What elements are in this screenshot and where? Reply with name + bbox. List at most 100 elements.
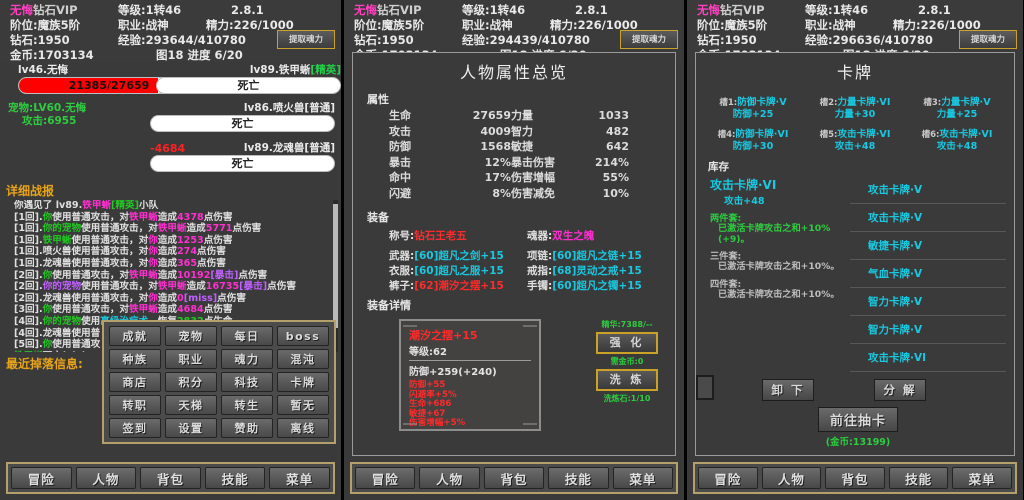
attribute-value: 8% xyxy=(451,187,511,202)
slot-index: 槽2: xyxy=(820,98,838,108)
nav-button-菜单[interactable]: 菜单 xyxy=(952,467,1012,489)
enemy3-status: 死亡 xyxy=(151,156,334,171)
decompose-button[interactable]: 分 解 xyxy=(874,379,926,401)
inventory-card-item[interactable]: 智力卡牌·V xyxy=(850,288,1006,316)
log-segment: 点伤害 xyxy=(197,246,226,257)
player-name: 无悔 xyxy=(354,3,377,17)
necklace-row: 项链:[60]超凡之链+15 xyxy=(527,249,665,263)
attribute-value: 214% xyxy=(569,156,629,171)
menu-button-2[interactable]: 每日 xyxy=(221,326,273,346)
item-main-stat: 防御+259(+240) xyxy=(409,363,531,378)
menu-button-19[interactable]: 离线 xyxy=(277,418,329,438)
battle-log-line: [1回].喷火兽使用普通攻击，对你造成274点伤害 xyxy=(6,246,335,258)
menu-button-0[interactable]: 成就 xyxy=(109,326,161,346)
set2-body: 已激活卡牌攻击之和+10%(+9)。 xyxy=(710,224,844,245)
soul-row: 魂器:双生之魄 xyxy=(527,229,665,243)
status-header-1: 无悔钻石VIP 等级:1转46 2.8.1 阶位:魔族5阶 职业:战神 精力:2… xyxy=(0,0,341,62)
menu-button-9[interactable]: 积分 xyxy=(165,372,217,392)
nav-button-技能[interactable]: 技能 xyxy=(205,467,266,489)
forge-panel: 精华:7388/-- 强 化 需金币:0 洗 炼 洗炼石:1/10 xyxy=(591,319,663,404)
card-slot-3[interactable]: 槽3:力量卡牌·V力量+25 xyxy=(906,97,1008,121)
section-equip-detail: 装备详情 xyxy=(353,297,675,315)
nav-button-冒险[interactable]: 冒险 xyxy=(698,467,758,489)
attribute-value: 1568 xyxy=(451,140,511,155)
card-slot-2[interactable]: 槽2:力量卡牌·VI力量+30 xyxy=(804,97,906,121)
card-slot-1[interactable]: 槽1:防御卡牌·V防御+25 xyxy=(702,97,804,121)
menu-button-12[interactable]: 转职 xyxy=(109,395,161,415)
diamond-text: 钻石:1950 xyxy=(10,33,70,48)
rank-text: 阶位:魔族5阶 xyxy=(354,18,424,33)
menu-button-4[interactable]: 种族 xyxy=(109,349,161,369)
menu-button-7[interactable]: 混沌 xyxy=(277,349,329,369)
nav-button-冒险[interactable]: 冒险 xyxy=(355,467,415,489)
enhance-button[interactable]: 强 化 xyxy=(596,332,658,354)
slot-card-value: 防御+30 xyxy=(733,141,774,152)
selected-card-value: 攻击+48 xyxy=(710,193,844,207)
inventory-card-item[interactable]: 攻击卡牌·V xyxy=(850,204,1006,232)
menu-button-14[interactable]: 转生 xyxy=(221,395,273,415)
menu-button-18[interactable]: 赞助 xyxy=(221,418,273,438)
attribute-value: 10% xyxy=(569,187,629,202)
nav-button-背包[interactable]: 背包 xyxy=(140,467,201,489)
extract-soul-button[interactable]: 提取魂力 xyxy=(959,30,1017,49)
attributes-modal: 人物属性总览 属性 生命27659力量1033攻击4009智力482防御1568… xyxy=(352,52,676,456)
menu-button-1[interactable]: 宠物 xyxy=(165,326,217,346)
menu-button-5[interactable]: 职业 xyxy=(165,349,217,369)
set4-body: 已激活卡牌攻击之和+10%。 xyxy=(710,290,844,301)
nav-button-技能[interactable]: 技能 xyxy=(548,467,608,489)
log-segment: [1回]. xyxy=(14,223,43,234)
nav-button-背包[interactable]: 背包 xyxy=(484,467,544,489)
log-segment: 造成 xyxy=(187,281,206,292)
nav-button-人物[interactable]: 人物 xyxy=(419,467,479,489)
nav-button-冒险[interactable]: 冒险 xyxy=(11,467,72,489)
refine-button[interactable]: 洗 炼 xyxy=(596,369,658,391)
log-segment: [精英] xyxy=(111,200,139,211)
attribute-label: 命中 xyxy=(389,171,451,186)
nav-button-人物[interactable]: 人物 xyxy=(762,467,822,489)
attribute-value: 642 xyxy=(569,140,629,155)
menu-button-6[interactable]: 魂力 xyxy=(221,349,273,369)
extract-soul-button[interactable]: 提取魂力 xyxy=(277,30,335,49)
inventory-card-item[interactable]: 攻击卡牌·V xyxy=(850,176,1006,204)
panel-adventure: 无悔钻石VIP 等级:1转46 2.8.1 阶位:魔族5阶 职业:战神 精力:2… xyxy=(0,0,341,500)
menu-button-13[interactable]: 天梯 xyxy=(165,395,217,415)
inventory-card-item[interactable]: 气血卡牌·V xyxy=(850,260,1006,288)
inventory-card-item[interactable]: 攻击卡牌·VI xyxy=(850,344,1006,372)
version-text: 2.8.1 xyxy=(231,3,264,18)
nav-button-菜单[interactable]: 菜单 xyxy=(613,467,673,489)
nav-button-技能[interactable]: 技能 xyxy=(889,467,949,489)
log-segment: 你 xyxy=(43,270,53,281)
unequip-button[interactable]: 卸 下 xyxy=(762,379,814,401)
log-segment: 铁甲蜥 xyxy=(82,200,111,211)
menu-button-11[interactable]: 卡牌 xyxy=(277,372,329,392)
extract-soul-button[interactable]: 提取魂力 xyxy=(620,30,678,49)
menu-button-3[interactable]: boss xyxy=(277,326,329,346)
log-segment: 10192 xyxy=(177,270,210,281)
inventory-card-item[interactable]: 敏捷卡牌·V xyxy=(850,232,1006,260)
menu-button-17[interactable]: 设置 xyxy=(165,418,217,438)
card-inventory-list[interactable]: 攻击卡牌·V攻击卡牌·V敏捷卡牌·V气血卡牌·V智力卡牌·V智力卡牌·V攻击卡牌… xyxy=(844,176,1006,372)
inventory-card-item[interactable]: 智力卡牌·V xyxy=(850,316,1006,344)
nav-button-背包[interactable]: 背包 xyxy=(825,467,885,489)
panel-cards: 无悔钻石VIP 等级:1转46 2.8.1 阶位:魔族5阶 职业:战神 精力:2… xyxy=(687,0,1023,500)
equipment-table: 称号:钻石王老五 魂器:双生之魄 武器:[60]超凡之剑+15 项链:[60]超… xyxy=(353,229,675,293)
nav-button-菜单[interactable]: 菜单 xyxy=(269,467,330,489)
menu-button-8[interactable]: 商店 xyxy=(109,372,161,392)
menu-button-16[interactable]: 签到 xyxy=(109,418,161,438)
log-segment: [5回]. xyxy=(14,339,43,350)
card-slot-6[interactable]: 槽6:攻击卡牌·VI攻击+48 xyxy=(906,129,1008,153)
log-segment: 使用普通攻击，对 xyxy=(81,223,158,234)
attribute-value: 4009 xyxy=(451,125,511,140)
empty-slot-icon[interactable] xyxy=(696,375,714,400)
nav-button-人物[interactable]: 人物 xyxy=(76,467,137,489)
go-draw-card-button[interactable]: 前往抽卡 xyxy=(818,407,898,432)
slot-card-name: 力量卡牌·VI xyxy=(837,97,890,108)
attribute-label: 生命 xyxy=(389,109,451,124)
card-slot-4[interactable]: 槽4:防御卡牌·VI防御+30 xyxy=(702,129,804,153)
log-segment: 死亡！！！ xyxy=(43,351,91,352)
card-slot-5[interactable]: 槽5:攻击卡牌·VI攻击+48 xyxy=(804,129,906,153)
essence-label: 精华:7388/-- xyxy=(591,319,663,330)
menu-button-10[interactable]: 科技 xyxy=(221,372,273,392)
menu-button-15[interactable]: 暂无 xyxy=(277,395,329,415)
menu-grid-overlay: 成就宠物每日boss 种族职业魂力混沌商店积分科技卡牌转职天梯转生暂无签到设置赞助… xyxy=(102,320,336,444)
